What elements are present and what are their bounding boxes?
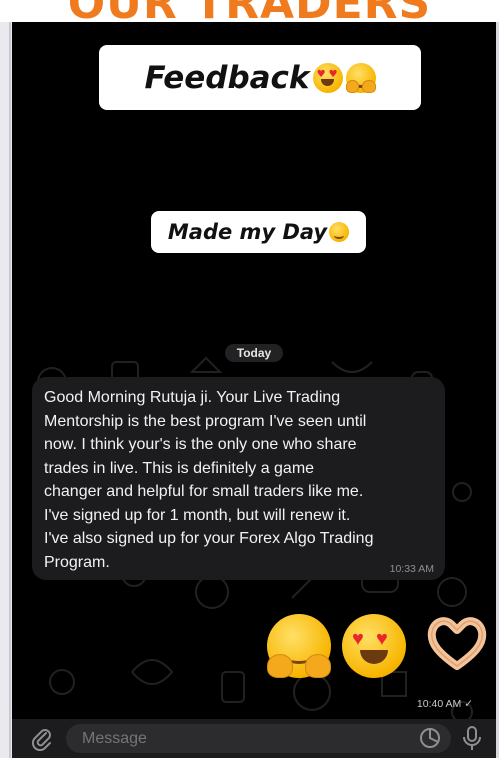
hugging-face-emoji-icon xyxy=(267,614,331,678)
heart-eyes-emoji-icon: ♥ ♥ xyxy=(342,614,406,678)
smiling-face-emoji-icon xyxy=(329,222,350,242)
attach-clip-icon[interactable] xyxy=(30,727,54,751)
incoming-message-bubble[interactable]: Good Morning Rutuja ji. Your Live Tradin… xyxy=(32,377,445,580)
banner: OUR TRADERS xyxy=(0,0,499,22)
message-input-bar xyxy=(12,719,496,758)
message-input[interactable] xyxy=(66,724,451,753)
feedback-sticker-text: Feedback xyxy=(144,59,310,96)
made-my-day-text: Made my Day xyxy=(167,220,328,244)
heart-hands-emoji-icon xyxy=(427,617,487,670)
read-check-icon: ✓ xyxy=(464,698,473,710)
chat-screen: Feedback ♥ ♥ Made my Day Today Good Morn… xyxy=(12,22,496,758)
message-timestamp: 10:33 AM xyxy=(389,563,434,575)
sticker-icon[interactable] xyxy=(419,727,441,749)
reply-meta: 10:40 AM ✓ xyxy=(417,698,473,710)
banner-title: OUR TRADERS xyxy=(0,0,499,22)
microphone-icon[interactable] xyxy=(461,725,483,751)
feedback-sticker: Feedback ♥ ♥ xyxy=(99,45,421,110)
message-text: Good Morning Rutuja ji. Your Live Tradin… xyxy=(44,389,374,571)
made-my-day-sticker: Made my Day xyxy=(151,211,366,253)
date-separator: Today xyxy=(225,344,283,362)
hugging-face-emoji-icon xyxy=(345,62,376,93)
outgoing-emoji-message[interactable]: ♥ ♥ xyxy=(262,612,496,682)
heart-eyes-emoji-icon: ♥ ♥ xyxy=(312,62,343,93)
left-frame xyxy=(0,22,12,758)
reply-timestamp: 10:40 AM xyxy=(416,698,462,710)
